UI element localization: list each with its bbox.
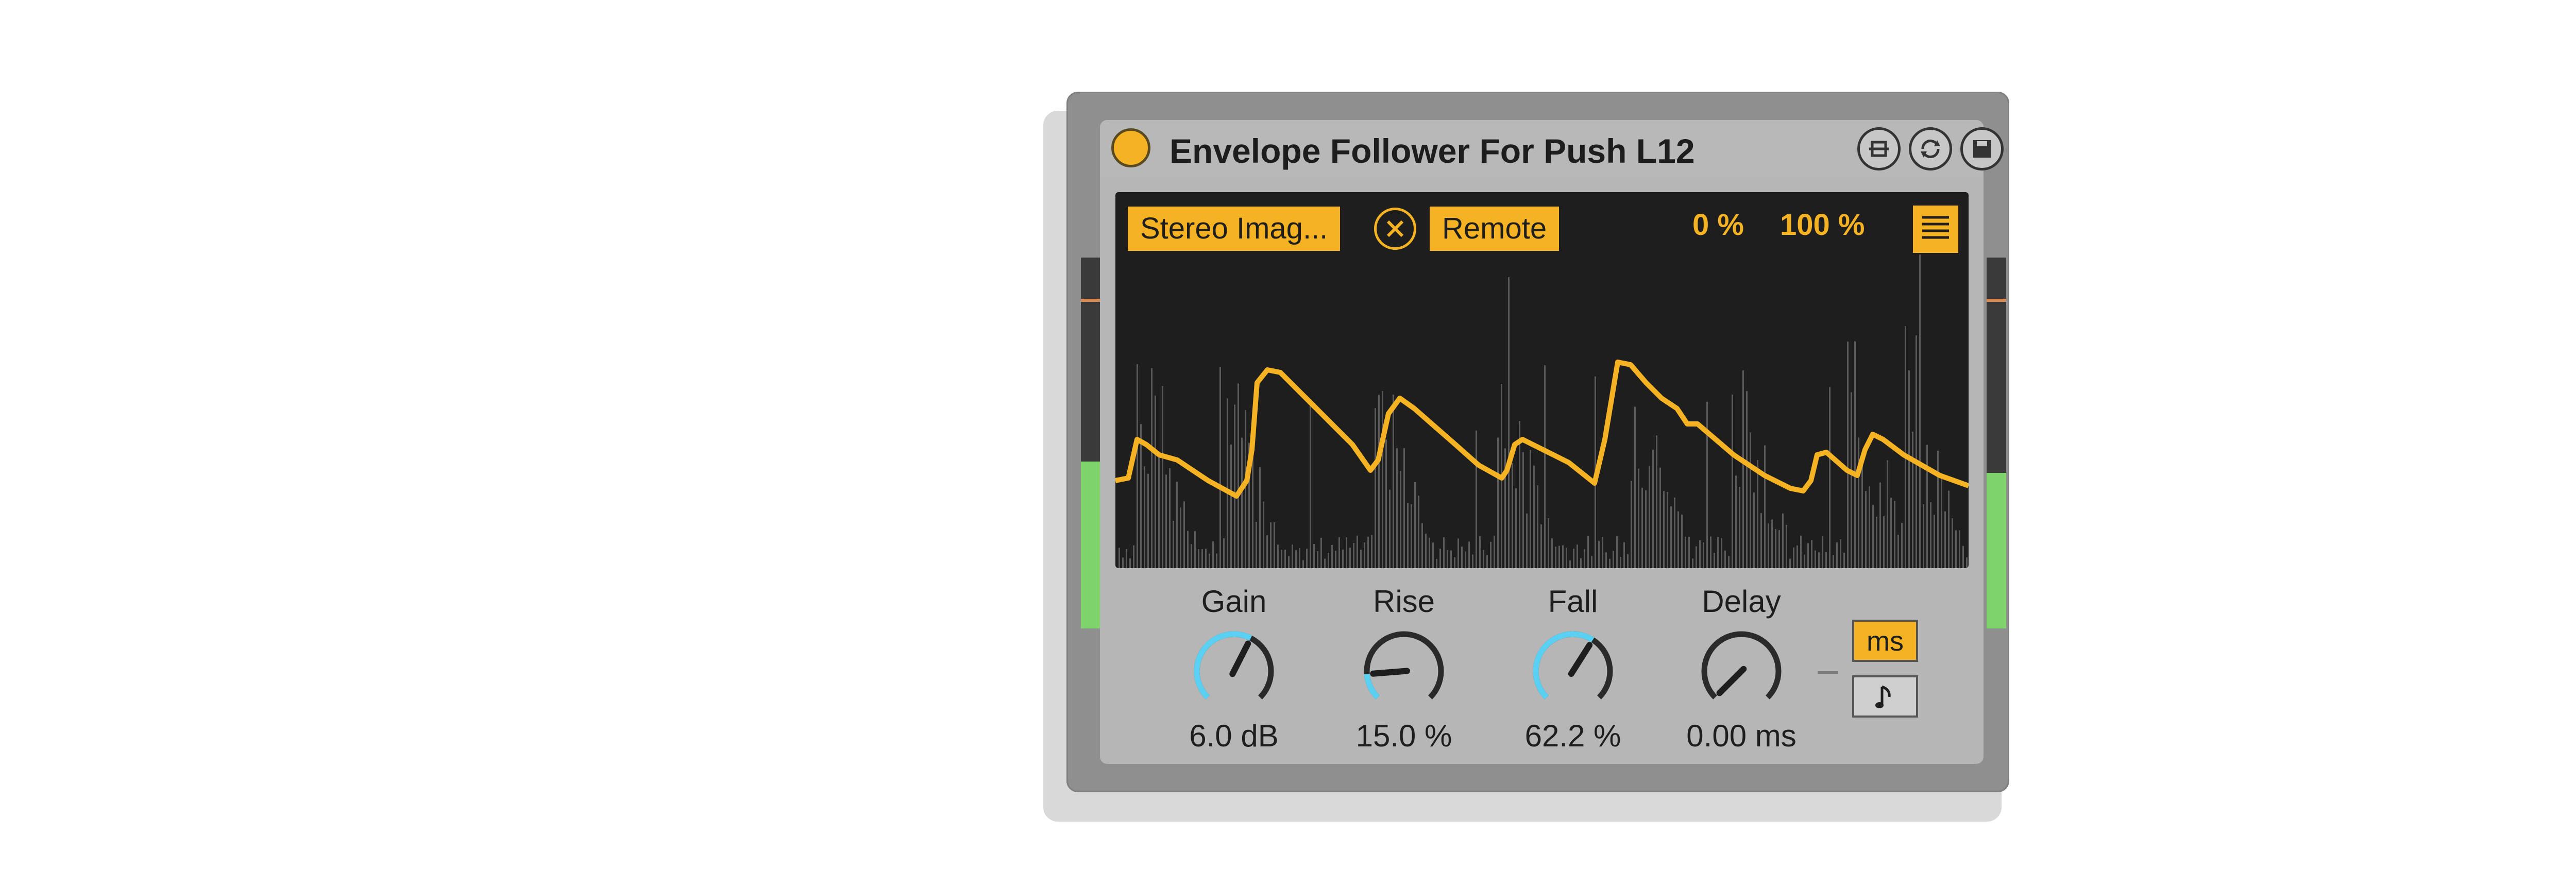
gain-knob[interactable] bbox=[1182, 622, 1285, 715]
max-percent[interactable]: 100 % bbox=[1780, 208, 1865, 242]
min-percent[interactable]: 0 % bbox=[1692, 208, 1744, 242]
delay-value[interactable]: 0.00 ms bbox=[1664, 718, 1819, 754]
device-power-button[interactable] bbox=[1111, 128, 1150, 167]
remote-button[interactable]: Remote bbox=[1430, 207, 1560, 251]
save-icon bbox=[1973, 140, 1991, 158]
menu-button[interactable] bbox=[1913, 206, 1958, 253]
close-icon bbox=[1386, 220, 1404, 237]
sync-icon bbox=[1921, 139, 1940, 159]
remove-source-button[interactable] bbox=[1374, 208, 1416, 250]
note-mode-button[interactable] bbox=[1852, 675, 1918, 718]
source-select-button[interactable]: Stereo Imag... bbox=[1128, 207, 1341, 251]
delay-divider bbox=[1818, 671, 1838, 674]
right-meter-fill bbox=[1987, 472, 2006, 628]
title-bar: Envelope Follower For Push L12 bbox=[1100, 120, 2004, 177]
rise-label: Rise bbox=[1372, 584, 1435, 619]
device-title: Envelope Follower For Push L12 bbox=[1170, 132, 1695, 170]
delay-knob-block: Delay 0.00 ms bbox=[1664, 584, 1819, 754]
left-level-meter bbox=[1081, 258, 1100, 628]
sync-button[interactable] bbox=[1909, 127, 1952, 171]
fall-label: Fall bbox=[1548, 584, 1598, 619]
gain-knob-block: Gain 6.0 dB bbox=[1157, 584, 1311, 754]
save-button[interactable] bbox=[1960, 127, 2004, 171]
gain-label: Gain bbox=[1201, 584, 1267, 619]
left-peak-marker bbox=[1081, 299, 1100, 302]
fall-knob[interactable] bbox=[1521, 622, 1624, 715]
note-icon bbox=[1875, 685, 1891, 708]
gain-value[interactable]: 6.0 dB bbox=[1157, 718, 1311, 754]
rise-value[interactable]: 15.0 % bbox=[1327, 718, 1481, 754]
map-icon bbox=[1869, 141, 1889, 157]
left-meter-fill bbox=[1081, 462, 1100, 628]
right-peak-marker bbox=[1987, 299, 2006, 302]
list-icon bbox=[1922, 216, 1949, 239]
right-level-meter bbox=[1987, 258, 2006, 628]
ms-mode-button[interactable]: ms bbox=[1852, 620, 1918, 662]
map-button[interactable] bbox=[1857, 127, 1901, 171]
delay-knob[interactable] bbox=[1690, 622, 1793, 715]
delay-label: Delay bbox=[1702, 584, 1781, 619]
envelope-display: Stereo Imag... Remote 0 % 100 % bbox=[1115, 192, 1969, 568]
device-panel: Envelope Follower For Push L12 Stereo Im… bbox=[1100, 120, 2004, 764]
fall-value[interactable]: 62.2 % bbox=[1496, 718, 1650, 754]
rise-knob-block: Rise 15.0 % bbox=[1327, 584, 1481, 754]
rise-knob[interactable] bbox=[1352, 622, 1455, 715]
fall-knob-block: Fall 62.2 % bbox=[1496, 584, 1650, 754]
